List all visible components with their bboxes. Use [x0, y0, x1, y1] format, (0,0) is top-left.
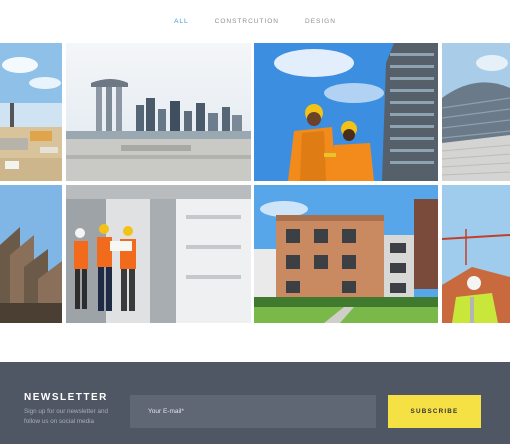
- city-skyline-image: [66, 43, 251, 181]
- gallery-item-crane-worker[interactable]: [442, 185, 510, 323]
- workers-plans-image: [66, 185, 251, 323]
- gallery-item-engineers[interactable]: [254, 43, 438, 181]
- modern-building-image: [442, 43, 510, 181]
- apartments-image: [254, 185, 438, 323]
- gallery-item-modern-building[interactable]: [442, 43, 510, 181]
- gallery-item-apartments[interactable]: [254, 185, 438, 323]
- newsletter-title: NEWSLETTER: [24, 392, 108, 403]
- filter-tab-construction[interactable]: CONSTRCUTION: [215, 18, 279, 25]
- gallery-item-rooftops[interactable]: [0, 185, 62, 323]
- gallery-item-city-skyline[interactable]: [66, 43, 251, 181]
- newsletter-email-input[interactable]: [130, 395, 376, 428]
- portfolio-filter-bar: ALL CONSTRCUTION DESIGN: [0, 0, 510, 43]
- construction-site-image: [0, 43, 62, 181]
- filter-tab-design[interactable]: DESIGN: [305, 18, 336, 25]
- portfolio-gallery: [0, 43, 510, 324]
- filter-tab-all[interactable]: ALL: [174, 18, 189, 25]
- rooftops-image: [0, 185, 62, 323]
- subscribe-button[interactable]: SUBSCRIBE: [388, 395, 481, 428]
- gallery-item-workers-plans[interactable]: [66, 185, 251, 323]
- crane-worker-image: [442, 185, 510, 323]
- newsletter-subtitle: Sign up for our newsletter and follow us…: [24, 408, 109, 425]
- engineers-image: [254, 43, 438, 181]
- gallery-item-construction-site[interactable]: [0, 43, 62, 181]
